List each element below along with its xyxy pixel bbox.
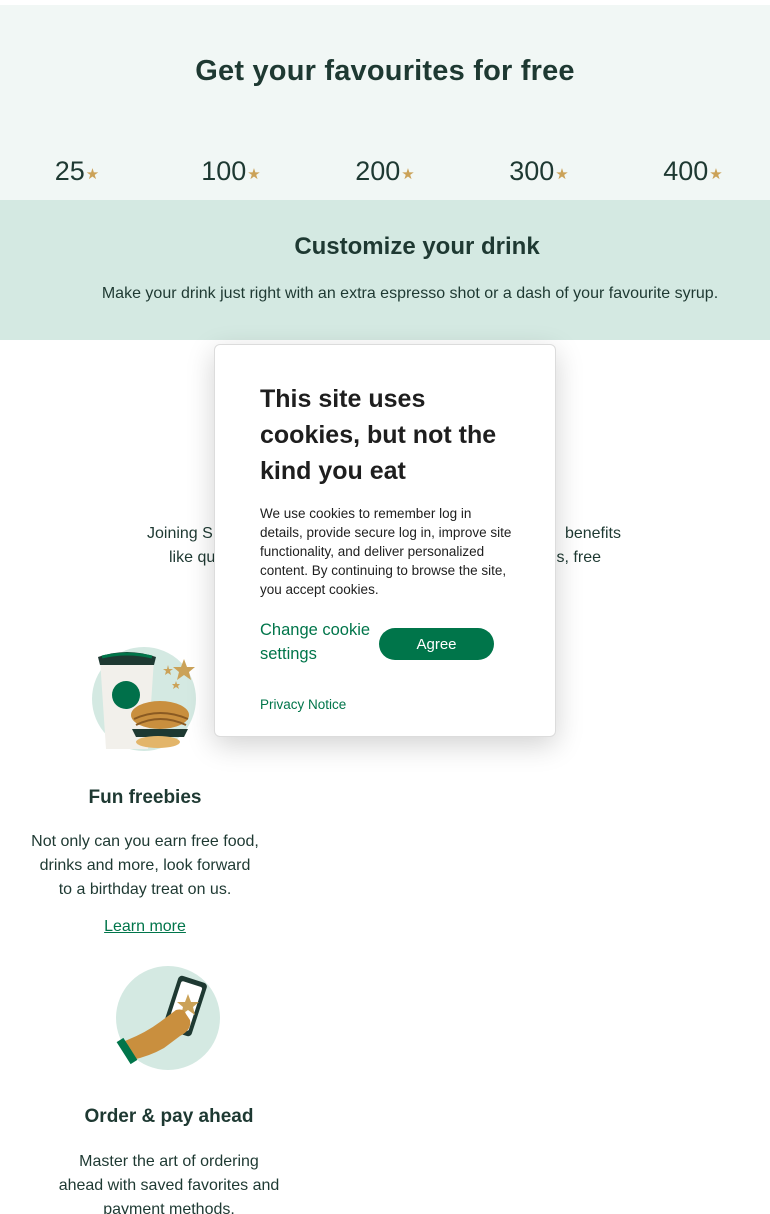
learn-more-link[interactable]: Learn more bbox=[20, 918, 270, 936]
tab-label: 400 bbox=[663, 156, 708, 187]
tab-label: 100 bbox=[201, 156, 246, 187]
feature-title: Order & pay ahead bbox=[45, 1106, 293, 1128]
star-tier-tabs: 25★ 100★ 200★ 300★ 400★ bbox=[0, 142, 770, 200]
tab-200-stars[interactable]: 200★ bbox=[308, 142, 462, 200]
tab-100-stars[interactable]: 100★ bbox=[154, 142, 308, 200]
coffee-sandwich-illustration bbox=[90, 645, 198, 753]
tab-400-stars[interactable]: 400★ bbox=[616, 142, 770, 200]
tab-label: 200 bbox=[355, 156, 400, 187]
cookie-consent-dialog: This site uses cookies, but not the kind… bbox=[214, 344, 556, 737]
star-icon: ★ bbox=[247, 165, 260, 183]
tab-25-stars[interactable]: 25★ bbox=[0, 142, 154, 200]
feature-description-line: drinks and more, look forward bbox=[20, 854, 270, 878]
hand-phone-illustration bbox=[114, 964, 222, 1072]
privacy-notice-link[interactable]: Privacy Notice bbox=[260, 697, 346, 712]
tab-label: 25 bbox=[55, 156, 85, 187]
feature-description: Master the art of ordering ahead with sa… bbox=[45, 1150, 293, 1214]
feature-description-line: payment methods. bbox=[45, 1198, 293, 1214]
agree-button[interactable]: Agree bbox=[379, 628, 494, 660]
join-text-fragment: s, free bbox=[557, 546, 601, 570]
join-text-fragment: like qu bbox=[169, 546, 215, 570]
hero-title: Get your favourites for free bbox=[0, 55, 770, 88]
star-icon: ★ bbox=[86, 165, 99, 183]
panel-description: Make your drink just right with an extra… bbox=[50, 285, 770, 303]
feature-order-pay-ahead: Order & pay ahead Master the art of orde… bbox=[45, 1106, 293, 1214]
cookie-dialog-title: This site uses cookies, but not the kind… bbox=[260, 381, 520, 489]
star-icon: ★ bbox=[401, 165, 414, 183]
change-cookie-settings-link[interactable]: Change cookie settings bbox=[260, 618, 390, 666]
tab-300-stars[interactable]: 300★ bbox=[462, 142, 616, 200]
feature-fun-freebies: Fun freebies Not only can you earn free … bbox=[20, 787, 270, 936]
rewards-hero: Get your favourites for free 25★ 100★ 20… bbox=[0, 5, 770, 200]
join-text-fragment: Joining S bbox=[147, 522, 213, 546]
star-icon: ★ bbox=[555, 165, 568, 183]
star-icon: ★ bbox=[709, 165, 722, 183]
join-text-fragment: benefits bbox=[565, 522, 621, 546]
cookie-dialog-body: We use cookies to remember log in detail… bbox=[260, 504, 512, 599]
feature-title: Fun freebies bbox=[20, 787, 270, 809]
tier-reward-panel: Customize your drink Make your drink jus… bbox=[0, 200, 770, 340]
feature-description-line: to a birthday treat on us. bbox=[20, 878, 270, 902]
feature-description-line: Master the art of ordering bbox=[45, 1150, 293, 1174]
feature-description-line: Not only can you earn free food, bbox=[20, 830, 270, 854]
panel-title: Customize your drink bbox=[32, 233, 770, 261]
feature-description-line: ahead with saved favorites and bbox=[45, 1174, 293, 1198]
tab-label: 300 bbox=[509, 156, 554, 187]
feature-description: Not only can you earn free food, drinks … bbox=[20, 830, 270, 902]
